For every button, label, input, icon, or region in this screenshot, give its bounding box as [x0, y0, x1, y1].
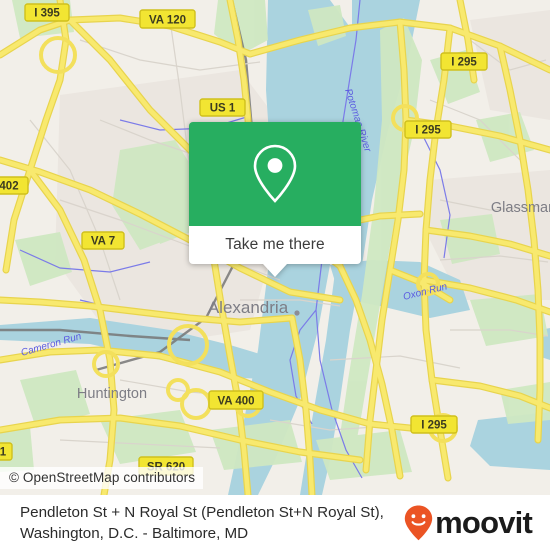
svg-text:402: 402 [0, 181, 19, 193]
popup-tail [263, 264, 287, 277]
shield-i-395: I 395 [24, 3, 70, 22]
place-label-alexandria: Alexandria [208, 298, 289, 317]
shield-va-400: VA 400 [208, 390, 264, 410]
svg-text:I 295: I 295 [451, 57, 477, 69]
shield-i-295-south: I 295 [410, 415, 458, 434]
svg-text:1: 1 [0, 447, 7, 459]
osm-attribution[interactable]: © OpenStreetMap contributors [0, 467, 204, 489]
svg-text:US 1: US 1 [210, 103, 236, 115]
place-label-huntington: Huntington [77, 386, 147, 402]
place-label-glassmanor: Glassmanor [491, 200, 550, 216]
shield-us-1: US 1 [199, 98, 246, 117]
location-caption: Pendleton St + N Royal St (Pendleton St+… [0, 502, 404, 544]
moovit-logo[interactable]: moovit [404, 505, 550, 541]
svg-text:I 395: I 395 [34, 8, 60, 20]
caption-line-1: Pendleton St + N Royal St (Pendleton St+… [20, 503, 384, 521]
shield-402: 402 [0, 176, 29, 195]
svg-text:VA 120: VA 120 [149, 15, 186, 27]
moovit-smiley-pin-icon [404, 505, 433, 540]
shield-i-295-mid: I 295 [404, 120, 452, 139]
shield-edge-1: 1 [0, 442, 13, 461]
svg-text:VA 7: VA 7 [91, 236, 115, 248]
popup-image-area [189, 122, 361, 226]
shield-va-7: VA 7 [81, 231, 125, 250]
shield-i-295-north: I 295 [440, 52, 488, 71]
moovit-wordmark: moovit [435, 505, 533, 540]
footer-bar: Pendleton St + N Royal St (Pendleton St+… [0, 495, 550, 550]
svg-text:VA 400: VA 400 [217, 396, 254, 408]
svg-text:I 295: I 295 [415, 125, 441, 137]
map-popup[interactable]: Take me there [189, 122, 361, 277]
svg-text:I 295: I 295 [421, 420, 447, 432]
map-screenshot: Alexandria Huntington Glassmanor Potomac… [0, 0, 550, 550]
take-me-there-button[interactable]: Take me there [189, 226, 361, 264]
shield-va-120: VA 120 [139, 9, 196, 29]
location-pin-icon [253, 144, 297, 203]
caption-line-2: Washington, D.C. - Baltimore, MD [20, 524, 249, 542]
city-dot-icon [294, 310, 300, 316]
